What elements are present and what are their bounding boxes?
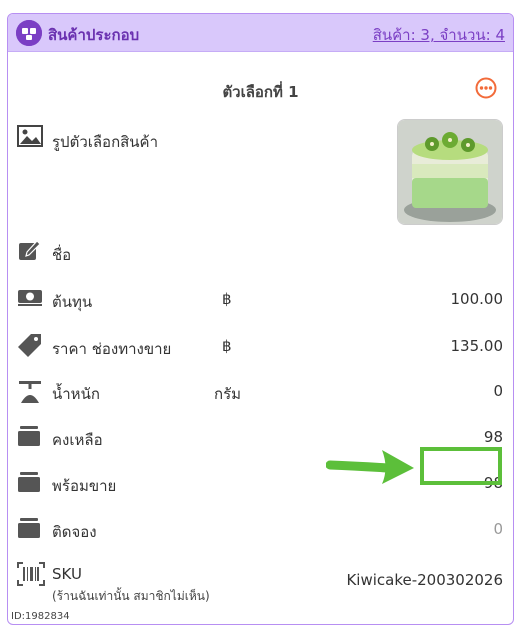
- option-title: ตัวเลือกที่ 1: [222, 83, 299, 101]
- product-summary-link[interactable]: สินค้า: 3, จำนวน: 4: [373, 23, 505, 47]
- price-tag-icon: [17, 332, 43, 358]
- more-options-icon[interactable]: [475, 77, 497, 99]
- price-value[interactable]: 135.00: [451, 337, 504, 355]
- item-id: ID:1982834: [11, 611, 70, 622]
- product-photo[interactable]: [397, 119, 503, 225]
- remaining-value: 98: [483, 428, 503, 446]
- box-icon: [17, 471, 43, 497]
- edit-icon: [17, 238, 43, 264]
- price-currency: ฿: [222, 337, 232, 355]
- weight-value[interactable]: 0: [493, 382, 503, 400]
- annotation-arrow-icon: [325, 446, 418, 486]
- remaining-label: คงเหลือ: [52, 431, 103, 449]
- app-logo-icon: [16, 20, 42, 46]
- sku-label: SKU: [52, 565, 82, 583]
- ready-to-sell-highlight-box: [420, 447, 502, 485]
- scale-icon: [17, 379, 43, 405]
- product-composite-card: สินค้าประกอบ สินค้า: 3, จำนวน: 4 ตัวเลือ…: [7, 13, 514, 625]
- sku-value[interactable]: Kiwicake-200302026: [346, 571, 503, 589]
- weight-label: น้ำหนัก: [52, 385, 100, 403]
- box-icon: [17, 425, 43, 451]
- name-label: ชื่อ: [52, 246, 72, 264]
- weight-unit: กรัม: [214, 385, 242, 403]
- image-icon: [17, 124, 43, 150]
- cost-currency: ฿: [222, 290, 232, 308]
- reserved-label: ติดจอง: [52, 523, 97, 541]
- box-icon: [17, 517, 43, 543]
- cost-label: ต้นทุน: [52, 293, 93, 311]
- ready-to-sell-label: พร้อมขาย: [52, 477, 117, 495]
- barcode-icon: [17, 562, 45, 588]
- money-icon: [17, 286, 43, 312]
- cost-value[interactable]: 100.00: [451, 290, 504, 308]
- sku-sublabel: (ร้านฉันเท่านั้น สมาชิกไม่เห็น): [52, 589, 210, 603]
- reserved-value: 0: [493, 520, 503, 538]
- price-label: ราคา ช่องทางขาย: [52, 340, 172, 358]
- header-title: สินค้าประกอบ: [48, 26, 140, 44]
- card-header: สินค้าประกอบ สินค้า: 3, จำนวน: 4: [8, 14, 513, 52]
- image-row-label: รูปตัวเลือกสินค้า: [52, 133, 159, 151]
